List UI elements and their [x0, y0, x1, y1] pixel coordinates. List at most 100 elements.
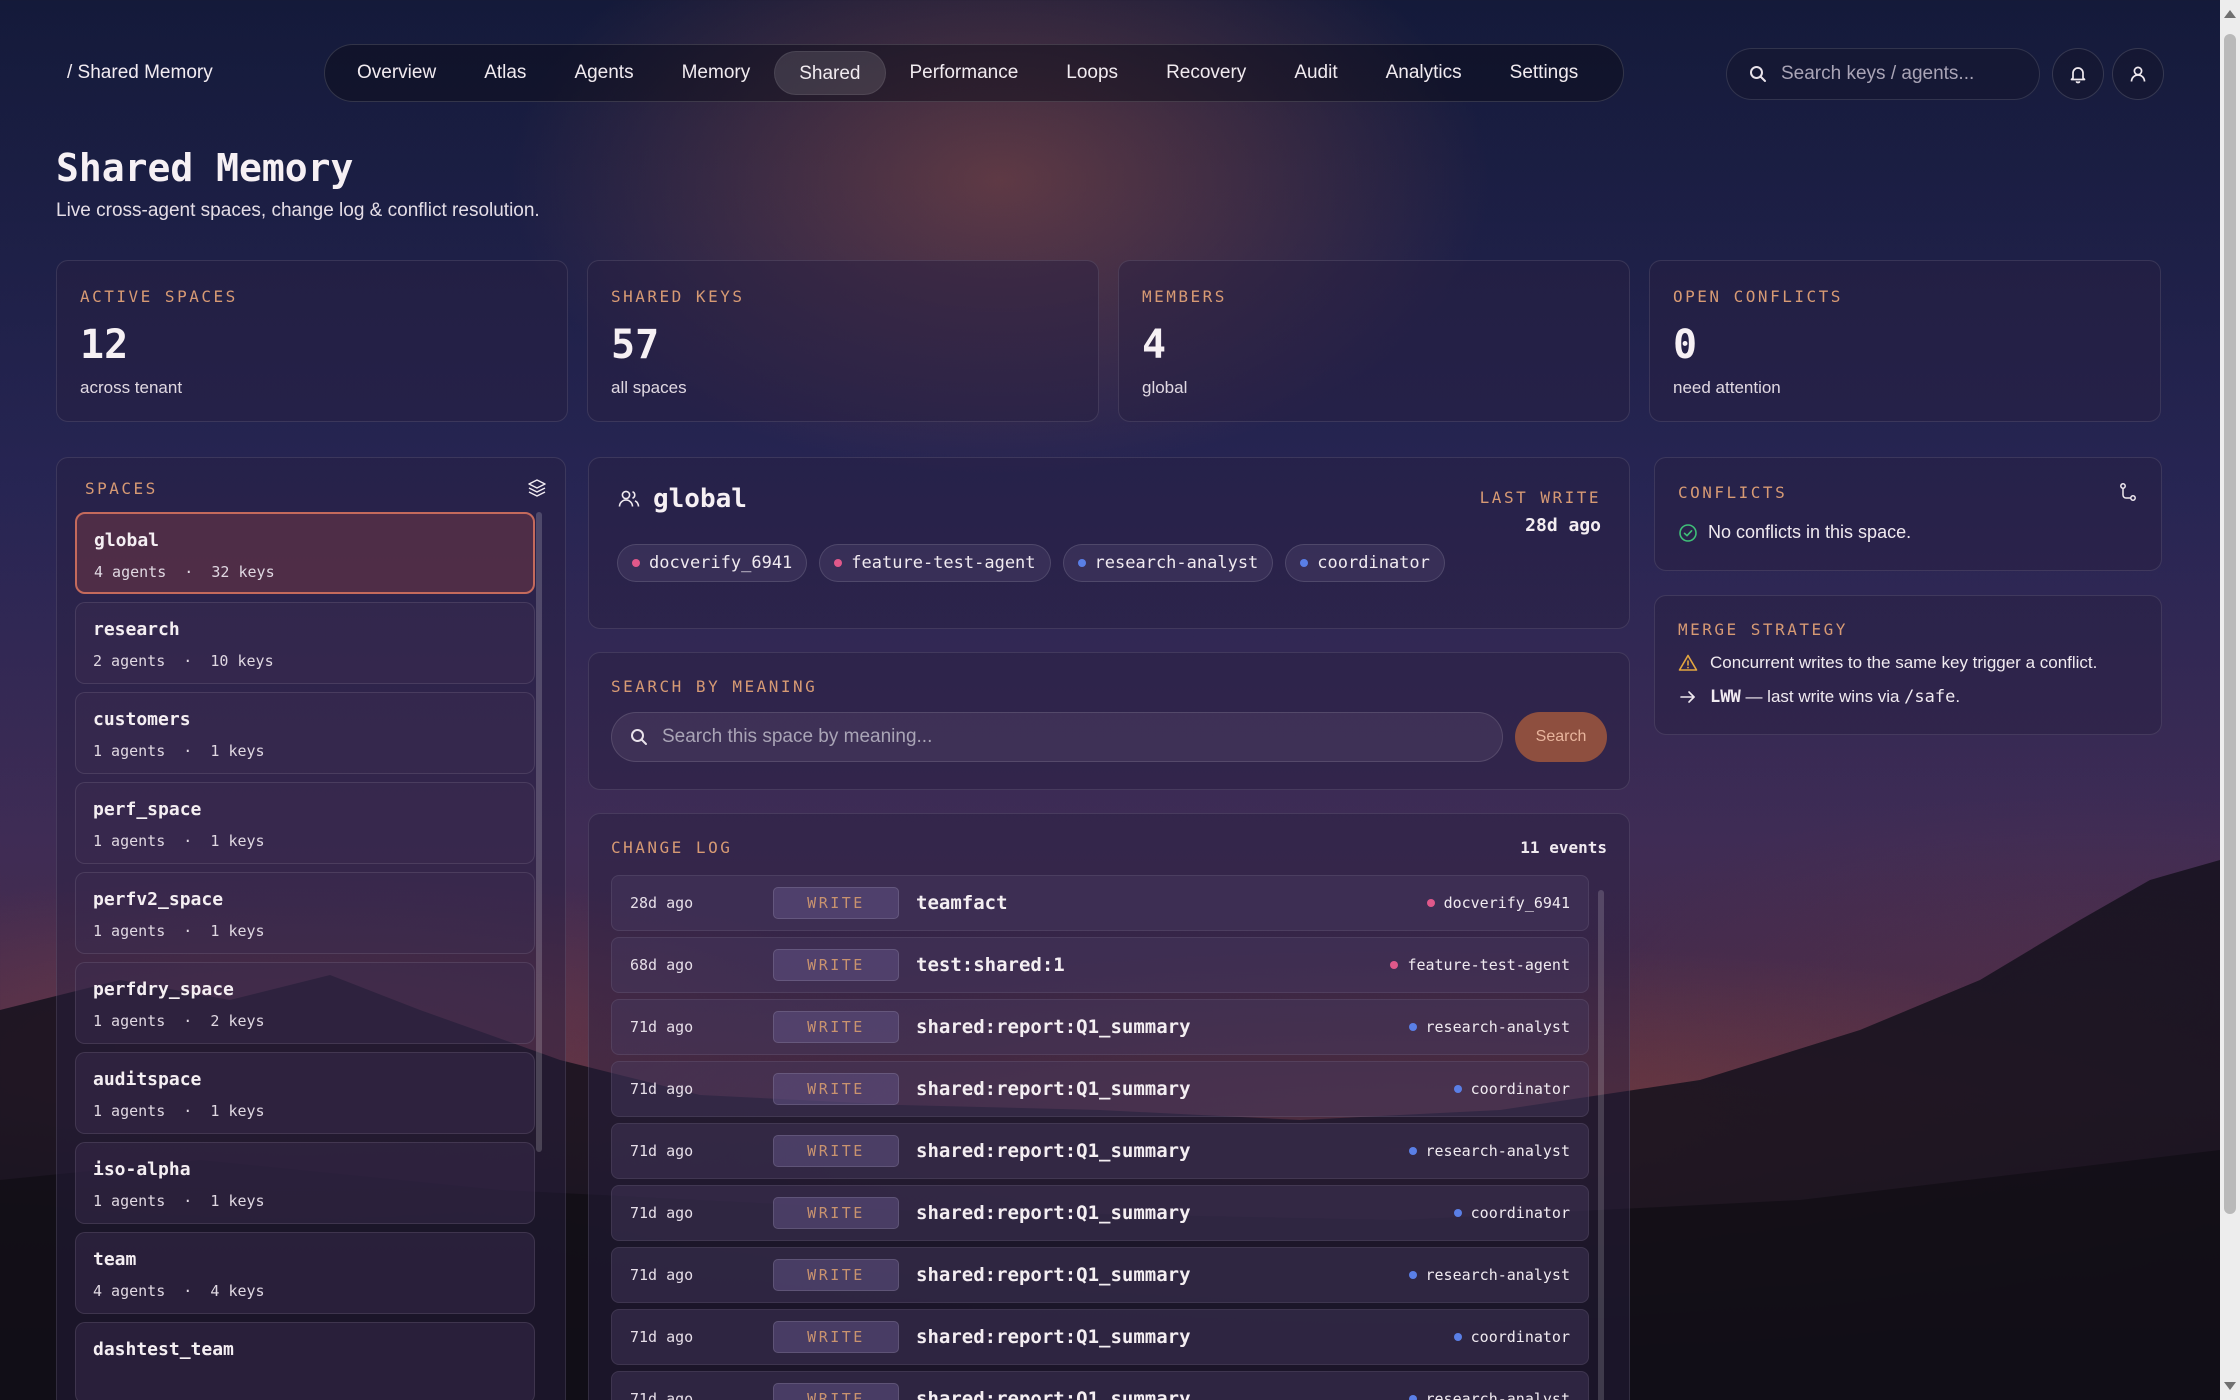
op-badge: WRITE: [773, 1135, 899, 1167]
table-row[interactable]: 71d ago WRITE shared:report:Q1_summary coor…: [611, 1185, 1589, 1241]
table-row[interactable]: 71d ago WRITE shared:report:Q1_summary rese…: [611, 1123, 1589, 1179]
space-name: perfv2_space: [93, 889, 224, 910]
nav-item-overview[interactable]: Overview: [333, 51, 460, 95]
space-item-iso-alpha[interactable]: iso-alpha 1 agents · 1 keys: [75, 1142, 535, 1224]
space-name: iso-alpha: [93, 1159, 191, 1180]
op-badge: WRITE: [773, 887, 899, 919]
user-menu-button[interactable]: [2112, 48, 2164, 100]
check-circle-icon: [1679, 523, 1697, 542]
space-item-auditspace[interactable]: auditspace 1 agents · 1 keys: [75, 1052, 535, 1134]
table-row[interactable]: 71d ago WRITE shared:report:Q1_summary rese…: [611, 999, 1589, 1055]
nav-item-agents[interactable]: Agents: [550, 51, 657, 95]
nav-item-recovery[interactable]: Recovery: [1142, 51, 1270, 95]
space-item-research[interactable]: research 2 agents · 10 keys: [75, 602, 535, 684]
stat-sub: global: [1142, 378, 1188, 397]
nav-item-shared[interactable]: Shared: [774, 51, 886, 95]
space-meta: 2 agents · 10 keys: [93, 652, 274, 670]
nav-item-loops[interactable]: Loops: [1042, 51, 1142, 95]
space-name: global: [94, 530, 160, 551]
table-row[interactable]: 71d ago WRITE shared:report:Q1_summary coor…: [611, 1061, 1589, 1117]
row-time: 28d ago: [630, 894, 694, 912]
stat-value: 57: [611, 322, 660, 368]
space-item-perf_space[interactable]: perf_space 1 agents · 1 keys: [75, 782, 535, 864]
last-write-value: 28d ago: [1525, 515, 1601, 536]
scroll-up-arrow[interactable]: [2224, 10, 2236, 18]
row-agent: research-analyst: [1408, 1142, 1570, 1160]
row-key: shared:report:Q1_summary: [916, 1202, 1191, 1224]
space-item-customers[interactable]: customers 1 agents · 1 keys: [75, 692, 535, 774]
status-dot: [1408, 1147, 1417, 1155]
merge-rule-code: /safe: [1904, 687, 1956, 707]
space-name: customers: [93, 709, 191, 730]
row-key: shared:report:Q1_summary: [916, 1078, 1191, 1100]
member-chip[interactable]: docverify_6941: [617, 544, 808, 582]
row-time: 71d ago: [630, 1204, 694, 1222]
space-name: perf_space: [93, 799, 202, 820]
scroll-thumb[interactable]: [2224, 34, 2236, 1214]
nav-item-settings[interactable]: Settings: [1486, 51, 1603, 95]
row-agent: coordinator: [1453, 1328, 1570, 1346]
spaces-scrollbar[interactable]: [536, 512, 542, 1152]
nav-item-memory[interactable]: Memory: [658, 51, 775, 95]
meaning-search-button[interactable]: Search: [1515, 712, 1607, 762]
op-badge: WRITE: [773, 949, 899, 981]
nav-item-atlas[interactable]: Atlas: [460, 51, 550, 95]
space-meta: 4 agents · 4 keys: [93, 1282, 265, 1300]
row-time: 71d ago: [630, 1390, 694, 1400]
op-badge: WRITE: [773, 1197, 899, 1229]
member-chip[interactable]: feature-test-agent: [819, 544, 1051, 582]
row-agent: coordinator: [1453, 1204, 1570, 1222]
space-item-perfv2_space[interactable]: perfv2_space 1 agents · 1 keys: [75, 872, 535, 954]
page-scrollbar[interactable]: [2220, 0, 2240, 1400]
change-log-scrollbar[interactable]: [1598, 890, 1604, 1400]
table-row[interactable]: 71d ago WRITE shared:report:Q1_summary rese…: [611, 1247, 1589, 1303]
status-dot: [1408, 1395, 1417, 1400]
op-badge: WRITE: [773, 1383, 899, 1400]
row-key: shared:report:Q1_summary: [916, 1326, 1191, 1348]
stat-card-active-spaces: ACTIVE SPACES 12 across tenant: [56, 260, 568, 422]
table-row[interactable]: 71d ago WRITE shared:report:Q1_summary coor…: [611, 1309, 1589, 1365]
status-dot: [1426, 899, 1435, 907]
table-row[interactable]: 28d ago WRITE teamfact docverify_6941: [611, 875, 1589, 931]
table-row[interactable]: 71d ago WRITE shared:report:Q1_summary rese…: [611, 1371, 1589, 1400]
op-badge: WRITE: [773, 1321, 899, 1353]
conflicts-message: No conflicts in this space.: [1708, 522, 1912, 542]
meaning-search-input[interactable]: Search this space by meaning...: [611, 712, 1503, 762]
member-name: research-analyst: [1094, 553, 1259, 573]
nav-item-performance[interactable]: Performance: [886, 51, 1043, 95]
space-meta: 1 agents · 2 keys: [93, 1012, 265, 1030]
nav-item-analytics[interactable]: Analytics: [1362, 51, 1486, 95]
notifications-button[interactable]: [2052, 48, 2104, 100]
row-agent: coordinator: [1453, 1080, 1570, 1098]
table-row[interactable]: 68d ago WRITE test:shared:1 feature-test-ag…: [611, 937, 1589, 993]
space-meta: 1 agents · 1 keys: [93, 1102, 265, 1120]
space-item-team[interactable]: team 4 agents · 4 keys: [75, 1232, 535, 1314]
space-item-dashtest_team[interactable]: dashtest_team: [75, 1322, 535, 1400]
member-chips: docverify_6941 feature-test-agent research…: [617, 544, 1601, 582]
git-merge-icon: [2120, 483, 2136, 501]
global-search-input[interactable]: Search keys / agents...: [1726, 48, 2040, 100]
meaning-search-panel: SEARCH BY MEANING Search this space by m…: [588, 652, 1630, 790]
users-icon: [618, 490, 640, 507]
space-meta: 1 agents · 1 keys: [93, 922, 265, 940]
row-key: shared:report:Q1_summary: [916, 1388, 1191, 1400]
nav-item-audit[interactable]: Audit: [1270, 51, 1361, 95]
space-name: perfdry_space: [93, 979, 234, 1000]
breadcrumb[interactable]: / Shared Memory: [67, 62, 213, 84]
status-dot: [1408, 1023, 1417, 1031]
top-nav: Overview Atlas Agents Memory Shared Performan…: [324, 44, 1624, 102]
space-item-perfdry_space[interactable]: perfdry_space 1 agents · 2 keys: [75, 962, 535, 1044]
stat-label: OPEN CONFLICTS: [1673, 287, 1843, 306]
layers-icon[interactable]: [527, 478, 547, 498]
stat-card-open-conflicts: OPEN CONFLICTS 0 need attention: [1649, 260, 2161, 422]
last-write-label: LAST WRITE: [1479, 488, 1601, 507]
status-dot: [834, 559, 843, 567]
stat-label: SHARED KEYS: [611, 287, 745, 306]
change-log-count: 11 events: [1520, 838, 1607, 857]
warning-icon: [1678, 654, 1698, 671]
member-chip[interactable]: coordinator: [1285, 544, 1445, 582]
member-chip[interactable]: research-analyst: [1062, 544, 1274, 582]
change-log-rows: 28d ago WRITE teamfact docverify_6941 68d ag…: [611, 875, 1589, 1400]
scroll-down-arrow[interactable]: [2224, 1382, 2236, 1390]
space-item-global[interactable]: global 4 agents · 32 keys: [75, 512, 535, 594]
